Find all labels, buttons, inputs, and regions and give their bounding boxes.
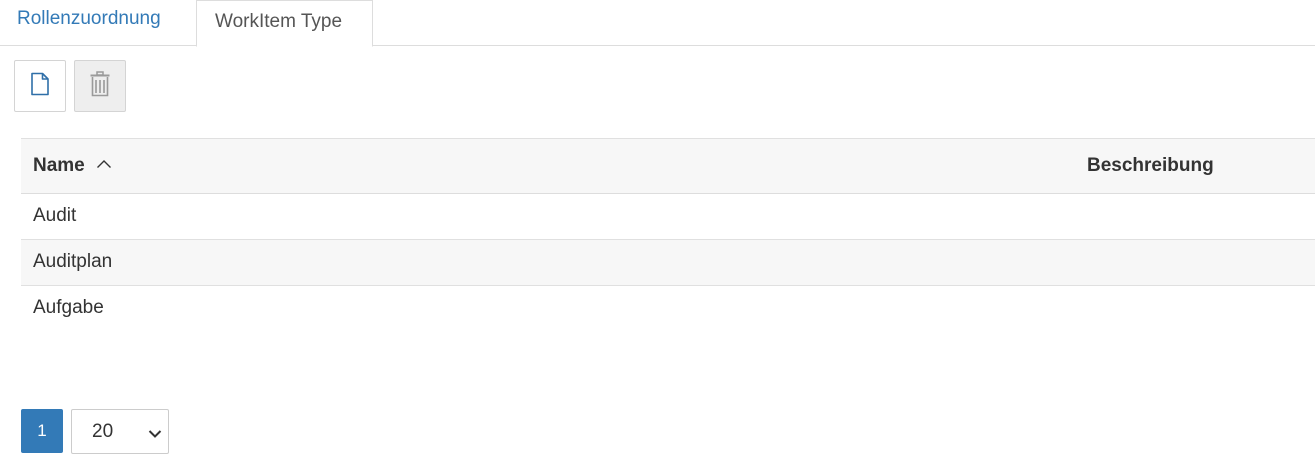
page-size-value: 20 [92, 421, 114, 442]
trash-icon [89, 70, 111, 102]
tab-bar: Rollenzuordnung WorkItem Type [0, 0, 1315, 47]
page-size-select[interactable]: 20 [71, 409, 169, 454]
workitem-type-table: Name Beschreibung Audit Auditplan Aufgab… [21, 138, 1315, 332]
tab-rollenzuordnung[interactable]: Rollenzuordnung [0, 0, 196, 46]
page-1-button[interactable]: 1 [21, 409, 63, 453]
table-header: Name Beschreibung [21, 138, 1315, 194]
cell-name: Aufgabe [33, 297, 104, 318]
table-row[interactable]: Aufgabe [21, 286, 1315, 332]
sort-ascending-icon [96, 137, 112, 191]
cell-name: Auditplan [33, 251, 113, 272]
delete-button[interactable] [74, 60, 126, 112]
table-row[interactable]: Auditplan [21, 240, 1315, 286]
new-button[interactable] [14, 60, 66, 112]
chevron-down-icon [148, 426, 162, 444]
document-new-icon [30, 72, 50, 101]
table-row[interactable]: Audit [21, 194, 1315, 240]
cell-name: Audit [33, 205, 77, 226]
workitem-type-panel: Rollenzuordnung WorkItem Type Name Besch… [0, 0, 1315, 471]
column-header-name[interactable]: Name [33, 139, 112, 193]
column-header-beschreibung[interactable]: Beschreibung [1087, 139, 1214, 193]
tab-workitem-type[interactable]: WorkItem Type [196, 0, 373, 47]
column-header-name-label: Name [33, 155, 85, 176]
